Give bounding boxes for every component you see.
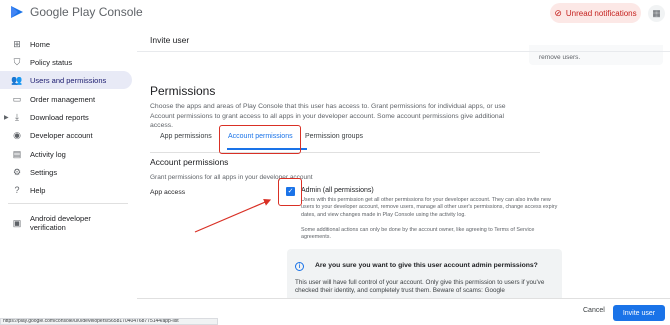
- tab-app-permissions[interactable]: App permissions: [160, 133, 212, 140]
- invite-user-panel: Invite user remove users. Permissions Ch…: [137, 27, 670, 325]
- admin-permission-note: Some additional actions can only be done…: [301, 227, 535, 241]
- sidebar-item-label: Android developer verification: [30, 214, 91, 232]
- highlight-account-permissions-tab: [219, 125, 301, 154]
- shield-icon: ⛉: [13, 56, 21, 67]
- expand-caret-icon[interactable]: ▶: [4, 114, 9, 121]
- admin-permission-label[interactable]: Admin (all permissions): [301, 187, 374, 194]
- warning-body: This user will have full control of your…: [295, 279, 545, 295]
- sidebar-item-label: Users and permissions: [30, 75, 107, 85]
- grid-icon: ⊞: [13, 38, 21, 49]
- account-permissions-heading: Account permissions: [150, 157, 229, 167]
- sidebar-item-label: Developer account: [30, 130, 93, 140]
- sidebar-item-label: Policy status: [30, 57, 73, 67]
- top-bar: Google Play Console ⊘ Unread notificatio…: [0, 0, 670, 27]
- gear-icon: ⚙: [12, 166, 22, 177]
- sidebar-item-download-reports[interactable]: ▶ ⤓ Download reports: [0, 108, 132, 126]
- sidebar: ⊞ Home ⛉ Policy status 👥 Users and permi…: [0, 27, 137, 325]
- people-icon: 👥: [11, 74, 23, 85]
- unread-notifications-button[interactable]: ⊘ Unread notifications: [550, 3, 641, 23]
- sidebar-item-developer-account[interactable]: ◉ Developer account: [0, 126, 132, 144]
- verify-icon: ▣: [12, 217, 22, 228]
- previous-card-text: remove users.: [539, 54, 581, 61]
- highlight-admin-checkbox: [278, 178, 302, 206]
- sidebar-item-help[interactable]: ? Help: [0, 181, 132, 199]
- cancel-button[interactable]: Cancel: [583, 307, 605, 314]
- sidebar-item-label: Order management: [30, 94, 96, 104]
- play-console-logo[interactable]: Google Play Console: [10, 5, 143, 19]
- warning-title: Are you sure you want to give this user …: [315, 262, 538, 269]
- admin-permission-description: Users with this permission get all other…: [301, 197, 558, 218]
- sidebar-item-order-management[interactable]: ▭ Order management: [0, 90, 132, 108]
- sidebar-item-label: Help: [30, 185, 46, 195]
- sidebar-item-label: Download reports: [30, 112, 89, 122]
- sidebar-item-home[interactable]: ⊞ Home: [0, 35, 132, 53]
- sidebar-divider: [8, 203, 128, 204]
- tabs-divider: [150, 152, 540, 153]
- page-title: Invite user: [150, 35, 190, 45]
- permission-tabs: App permissions Account permissions Perm…: [150, 127, 540, 153]
- permissions-heading: Permissions: [150, 84, 216, 98]
- app-name: Google Play Console: [30, 5, 143, 19]
- app-access-label: App access: [150, 189, 186, 196]
- info-icon: i: [295, 262, 304, 271]
- tab-permission-groups[interactable]: Permission groups: [305, 133, 363, 140]
- sidebar-item-label: Activity log: [30, 149, 66, 159]
- sidebar-item-activity-log[interactable]: ▤ Activity log: [0, 145, 132, 163]
- log-icon: ▤: [12, 148, 22, 159]
- help-icon: ?: [14, 185, 20, 195]
- sidebar-item-policy-status[interactable]: ⛉ Policy status: [0, 53, 132, 71]
- invite-user-button[interactable]: Invite user: [613, 305, 665, 321]
- account-icon: ◉: [13, 129, 21, 140]
- card-icon: ▭: [12, 93, 22, 104]
- sidebar-item-label: Home: [30, 39, 51, 49]
- status-url-tooltip: https://play.google.com/console/u/0/deve…: [0, 318, 218, 325]
- sidebar-item-settings[interactable]: ⚙ Settings: [0, 163, 132, 181]
- sidebar-item-users-and-permissions[interactable]: 👥 Users and permissions: [0, 71, 132, 89]
- download-icon: ⤓: [15, 111, 19, 122]
- header-divider: [137, 51, 670, 52]
- unread-notifications-label: Unread notifications: [565, 8, 637, 18]
- notification-off-icon: ⊘: [554, 7, 562, 18]
- sidebar-item-android-developer-verification[interactable]: ▣ Android developer verification: [0, 210, 132, 236]
- sidebar-item-label: Settings: [30, 167, 58, 177]
- play-logo-icon: [11, 6, 23, 18]
- account-switcher-icon[interactable]: ▦: [648, 5, 665, 22]
- main-content: Invite user remove users. Permissions Ch…: [137, 27, 670, 325]
